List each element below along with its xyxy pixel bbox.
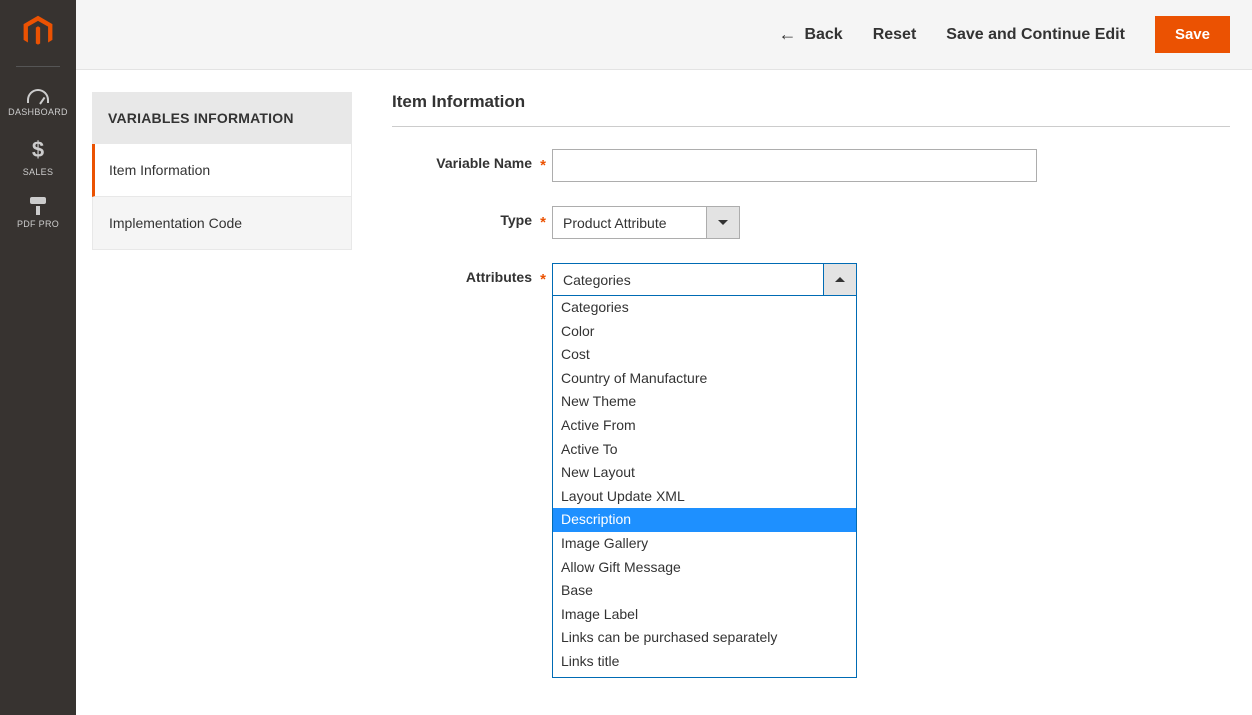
form-area: Item Information Variable Name * Type *: [392, 92, 1230, 320]
dropdown-option[interactable]: Layout Update XML: [553, 485, 856, 509]
type-select-toggle[interactable]: [707, 206, 740, 239]
main-area: ← Back Reset Save and Continue Edit Save…: [76, 0, 1252, 715]
tab-label: Item Information: [109, 162, 210, 178]
sidebar-item-sales[interactable]: $ SALES: [0, 127, 76, 187]
content-area: VARIABLES INFORMATION Item Information I…: [76, 70, 1252, 320]
sidebar-item-label: SALES: [23, 167, 54, 177]
dropdown-option[interactable]: Allow Gift Message: [553, 556, 856, 580]
section-title: Item Information: [392, 92, 1230, 127]
reset-button-label: Reset: [873, 26, 917, 44]
magento-logo-icon: [20, 14, 56, 50]
sidebar-item-label: DASHBOARD: [8, 107, 68, 117]
arrow-left-icon: ←: [778, 24, 796, 45]
dropdown-option[interactable]: Image Label: [553, 603, 856, 627]
save-button[interactable]: Save: [1155, 16, 1230, 53]
dropdown-option[interactable]: New Theme: [553, 390, 856, 414]
form-row-variable-name: Variable Name *: [392, 149, 1230, 182]
reset-button[interactable]: Reset: [873, 26, 917, 44]
dropdown-option[interactable]: Links title: [553, 650, 856, 674]
dropdown-option[interactable]: Image Gallery: [553, 532, 856, 556]
gauge-icon: [27, 89, 49, 103]
chevron-down-icon: [718, 220, 728, 225]
save-continue-button[interactable]: Save and Continue Edit: [946, 26, 1125, 44]
dropdown-option[interactable]: Color: [553, 320, 856, 344]
dropdown-option[interactable]: Manufacturer: [553, 674, 856, 679]
dropdown-option[interactable]: New Layout: [553, 461, 856, 485]
tabs-panel: VARIABLES INFORMATION Item Information I…: [92, 92, 352, 320]
admin-sidebar: DASHBOARD $ SALES PDF PRO: [0, 0, 76, 715]
dropdown-option[interactable]: Cost: [553, 343, 856, 367]
sidebar-item-label: PDF PRO: [17, 219, 59, 229]
attributes-dropdown-list[interactable]: CategoriesColorCostCountry of Manufactur…: [552, 296, 857, 678]
sidebar-item-pdfpro[interactable]: PDF PRO: [0, 187, 76, 239]
required-asterisk: *: [540, 271, 546, 288]
dropdown-option[interactable]: Country of Manufacture: [553, 367, 856, 391]
magento-logo[interactable]: [18, 12, 58, 52]
dropdown-option[interactable]: Links can be purchased separately: [553, 626, 856, 650]
form-row-type: Type * Product Attribute: [392, 206, 1230, 239]
tab-item-information[interactable]: Item Information: [92, 144, 352, 197]
tab-implementation-code[interactable]: Implementation Code: [92, 197, 352, 250]
required-asterisk: *: [540, 157, 546, 174]
variable-name-input[interactable]: [552, 149, 1037, 182]
label-attributes: Attributes *: [392, 263, 552, 285]
dropdown-option[interactable]: Base: [553, 579, 856, 603]
attributes-select-value: Categories: [552, 263, 824, 296]
dropdown-option[interactable]: Active From: [553, 414, 856, 438]
dropdown-option[interactable]: Active To: [553, 438, 856, 462]
tabs-panel-title: VARIABLES INFORMATION: [92, 92, 352, 144]
paint-roller-icon: [28, 197, 48, 215]
dropdown-option[interactable]: Description: [553, 508, 856, 532]
attributes-select-toggle[interactable]: [824, 263, 857, 296]
form-row-attributes: Attributes * Categories CategoriesColorC…: [392, 263, 1230, 296]
tab-label: Implementation Code: [109, 215, 242, 231]
page-header: ← Back Reset Save and Continue Edit Save: [76, 0, 1252, 70]
label-variable-name: Variable Name *: [392, 149, 552, 171]
chevron-up-icon: [835, 277, 845, 282]
sidebar-divider: [16, 66, 60, 67]
type-select[interactable]: Product Attribute: [552, 206, 740, 239]
type-select-value: Product Attribute: [552, 206, 707, 239]
save-continue-label: Save and Continue Edit: [946, 26, 1125, 44]
dollar-icon: $: [32, 137, 44, 163]
back-button-label: Back: [804, 26, 842, 44]
label-type: Type *: [392, 206, 552, 228]
back-button[interactable]: ← Back: [778, 24, 842, 45]
attributes-select[interactable]: Categories: [552, 263, 857, 296]
save-button-label: Save: [1175, 26, 1210, 43]
sidebar-item-dashboard[interactable]: DASHBOARD: [0, 79, 76, 127]
dropdown-option[interactable]: Categories: [553, 296, 856, 320]
required-asterisk: *: [540, 214, 546, 231]
